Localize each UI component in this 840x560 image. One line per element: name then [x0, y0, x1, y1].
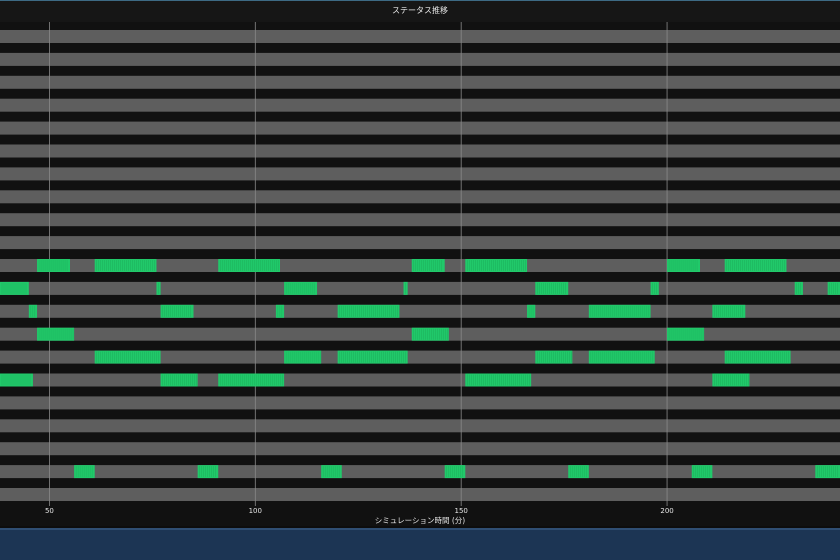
active-segment-r10-1 [94, 259, 157, 272]
active-segment-r15-1 [160, 373, 198, 387]
active-segment-r19-1 [197, 465, 219, 479]
bottom-panel [0, 528, 840, 560]
active-segment-r19-6 [815, 465, 840, 479]
x-axis-label: シミュレーション時間 (分) [375, 516, 466, 525]
x-tick-label-150: 150 [454, 507, 467, 515]
lane-8 [0, 213, 840, 227]
active-segment-r19-0 [74, 465, 95, 479]
gantt-chart: 50 100 150 200 シミュレーション時間 (分) [0, 22, 840, 525]
lane-18 [0, 442, 840, 456]
active-segment-r14-2 [337, 350, 408, 364]
lane-1 [0, 52, 840, 66]
active-segment-r12-5 [588, 304, 651, 318]
x-tick-label-50: 50 [45, 507, 54, 515]
active-segment-r19-2 [321, 465, 342, 479]
lane-16 [0, 396, 840, 410]
active-segment-r11-0 [0, 281, 29, 295]
active-segment-r13-2 [667, 327, 705, 341]
active-segment-r14-1 [284, 350, 322, 364]
active-segment-r19-3 [444, 465, 466, 479]
x-tick-label-100: 100 [249, 507, 262, 515]
lane-9 [0, 236, 840, 250]
lane-20 [0, 488, 840, 501]
lane-5 [0, 144, 840, 158]
active-segment-r15-4 [712, 373, 750, 387]
lane-4 [0, 121, 840, 135]
lane-7 [0, 190, 840, 204]
lane-19 [0, 465, 840, 479]
active-segment-r19-4 [568, 465, 589, 479]
lane-11 [0, 281, 840, 295]
x-tick-label-200: 200 [660, 507, 673, 515]
lane-0 [0, 30, 840, 43]
active-segment-r13-0 [37, 327, 75, 341]
lane-6 [0, 167, 840, 181]
active-segment-r19-5 [691, 465, 713, 479]
lane-3 [0, 98, 840, 112]
active-segment-r13-1 [411, 327, 449, 341]
lane-17 [0, 419, 840, 433]
active-segment-r12-3 [337, 304, 400, 318]
lane-2 [0, 75, 840, 89]
active-segment-r10-2 [218, 259, 280, 272]
active-segment-r14-3 [535, 350, 573, 364]
active-segment-r10-4 [465, 259, 528, 272]
active-segment-r10-6 [724, 259, 787, 272]
